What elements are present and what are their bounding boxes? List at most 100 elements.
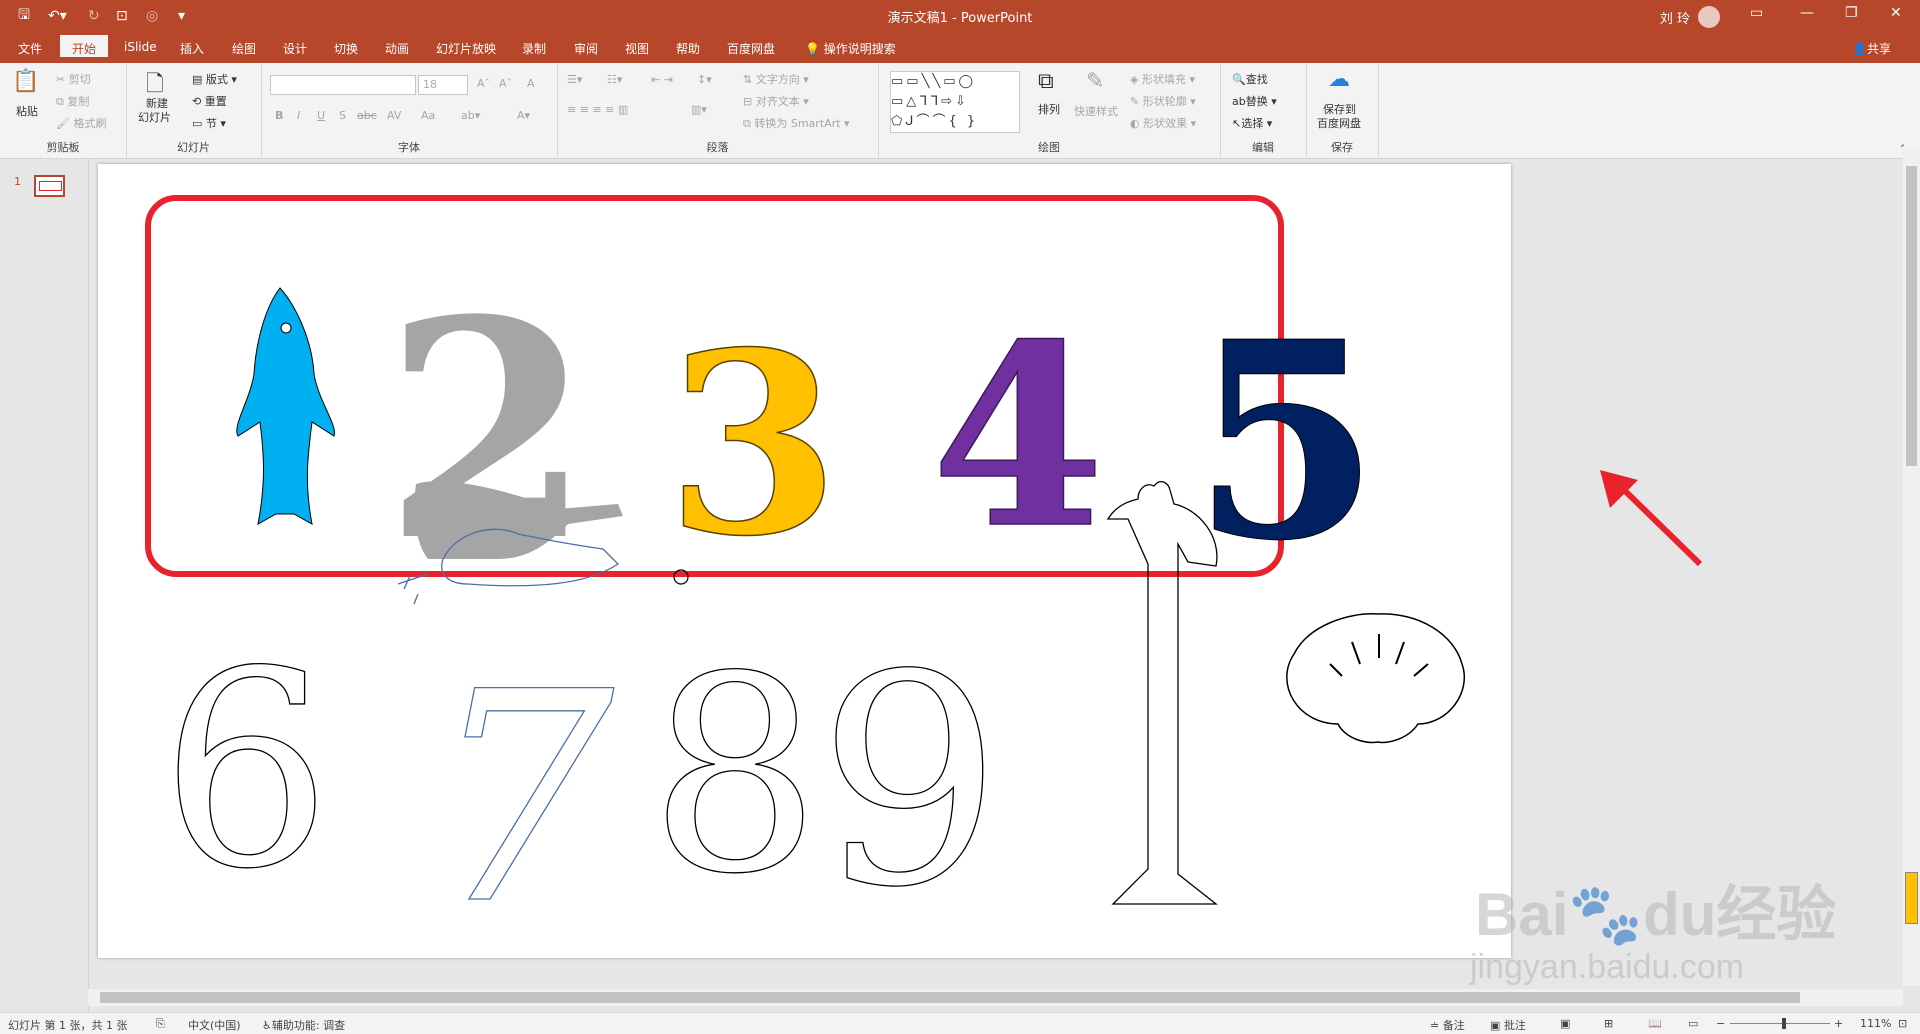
copy-button[interactable]: ⧉ 复制: [56, 93, 89, 109]
tab-animations[interactable]: 动画: [385, 40, 409, 57]
notes-button[interactable]: ≐ 备注: [1430, 1017, 1465, 1033]
new-slide-label-2[interactable]: 幻灯片: [138, 109, 171, 125]
clear-format-icon[interactable]: A: [527, 77, 535, 90]
columns-icon[interactable]: ▥▾: [691, 103, 707, 116]
accessibility-icon: ♿: [262, 1019, 272, 1032]
tab-view[interactable]: 视图: [625, 40, 649, 57]
font-size-combo[interactable]: 18: [418, 75, 468, 95]
smartart-button[interactable]: ⧉ 转换为 SmartArt ▾: [743, 115, 850, 131]
reset-button[interactable]: ⟲ 重置: [192, 93, 227, 109]
horizontal-scroll-thumb[interactable]: [100, 992, 1800, 1003]
watermark-url: jingyan.baidu.com: [1470, 948, 1745, 986]
cut-button[interactable]: ✂ 剪切: [56, 71, 91, 87]
replace-button[interactable]: ab替换 ▾: [1232, 93, 1277, 109]
tab-review[interactable]: 审阅: [574, 40, 598, 57]
arrange-icon[interactable]: ⧉: [1038, 69, 1054, 94]
shapes-gallery[interactable]: ▭▭╲╲▭◯ ▭△ᒣᒣ⇨⇩ ⬠ᒍ⌒⌒{ }: [890, 71, 1020, 133]
zoom-in-button[interactable]: +: [1834, 1017, 1843, 1030]
tab-islide[interactable]: iSlide: [124, 40, 157, 54]
tab-file[interactable]: 文件: [18, 40, 42, 57]
effects-icon: ◐: [1130, 117, 1140, 130]
smartart-icon: ⧉: [743, 117, 751, 130]
numbering-icon[interactable]: ☷▾: [607, 73, 622, 86]
shape-effects-button[interactable]: ◐ 形状效果 ▾: [1130, 115, 1196, 131]
text-direction-button[interactable]: ⇅ 文字方向 ▾: [743, 71, 809, 87]
minimize-button[interactable]: —: [1800, 5, 1814, 21]
paste-icon[interactable]: 📋: [12, 69, 39, 94]
red-arrow-annotation: [1600, 470, 1703, 567]
tab-help[interactable]: 帮助: [676, 40, 700, 57]
arrange-button[interactable]: 排列: [1038, 101, 1060, 117]
quick-styles-button[interactable]: 快速样式: [1074, 103, 1118, 119]
layout-button[interactable]: ▤ 版式 ▾: [192, 71, 237, 87]
reading-view-icon[interactable]: 📖: [1648, 1017, 1662, 1030]
slideshow-icon[interactable]: ▭: [1688, 1017, 1698, 1030]
comments-button[interactable]: ▣ 批注: [1490, 1017, 1526, 1033]
decrease-font-icon[interactable]: Aˇ: [499, 77, 512, 90]
shape-outline-button[interactable]: ✎ 形状轮廓 ▾: [1130, 93, 1196, 109]
tab-insert[interactable]: 插入: [180, 40, 204, 57]
normal-view-icon[interactable]: ▣: [1560, 1017, 1570, 1030]
align-icons[interactable]: ≡ ≡ ≡ ≡ ▥: [567, 103, 628, 116]
zoom-out-button[interactable]: −: [1716, 1017, 1725, 1030]
zoom-slider[interactable]: [1730, 1018, 1830, 1029]
zoom-level[interactable]: 111%: [1860, 1017, 1891, 1030]
find-button[interactable]: 🔍查找: [1232, 71, 1268, 87]
paste-button[interactable]: 粘贴: [16, 103, 38, 119]
spellcheck-icon[interactable]: ⎘: [156, 1017, 165, 1031]
increase-font-icon[interactable]: Aˆ: [477, 77, 490, 90]
slide-thumbnails-pane: 1: [0, 159, 89, 1011]
tab-baidu-netdisk[interactable]: 百度网盘: [727, 40, 775, 57]
vertical-scrollbar[interactable]: [1903, 146, 1920, 986]
fit-slide-icon[interactable]: ⊡: [1898, 1017, 1907, 1030]
slide-canvas[interactable]: 2 3 4 5 6 7 8 9: [98, 164, 1511, 958]
bullets-icon[interactable]: ☰▾: [567, 73, 582, 86]
editing-group-label: 编辑: [1252, 141, 1274, 154]
cloud-icon[interactable]: ☁: [1328, 67, 1350, 92]
tab-transitions[interactable]: 切换: [334, 40, 358, 57]
tell-me-search[interactable]: 💡 操作说明搜索: [805, 40, 896, 57]
slide-thumbnail[interactable]: [34, 175, 65, 197]
search-icon: 🔍: [1232, 73, 1246, 86]
maximize-button[interactable]: ❐: [1845, 5, 1858, 21]
zoom-slider-thumb[interactable]: [1782, 1018, 1786, 1029]
number-7-outline: 7: [430, 631, 616, 958]
share-button[interactable]: 👤共享: [1852, 40, 1891, 57]
tab-home[interactable]: 开始: [60, 35, 109, 57]
section-button[interactable]: ▭ 节 ▾: [192, 115, 226, 131]
editing-group: 🔍查找 ab替换 ▾ ↖选择 ▾ 编辑: [1220, 63, 1307, 158]
slide-sorter-icon[interactable]: ⊞: [1604, 1017, 1613, 1030]
char-spacing-button[interactable]: AV: [387, 109, 401, 122]
line-spacing-icon[interactable]: ↕▾: [697, 73, 712, 86]
bold-button[interactable]: B: [275, 109, 283, 122]
change-case-button[interactable]: Aa: [421, 109, 435, 122]
underline-button[interactable]: U: [317, 109, 325, 122]
italic-button[interactable]: I: [297, 109, 300, 122]
vertical-scroll-thumb[interactable]: [1906, 166, 1917, 466]
paw-icon: 🐾: [1568, 881, 1644, 948]
indent-icon[interactable]: ⇤ ⇥: [651, 73, 673, 86]
accessibility-status[interactable]: ♿辅助功能: 调查: [262, 1017, 345, 1033]
tab-draw[interactable]: 绘图: [232, 40, 256, 57]
font-name-combo[interactable]: [270, 75, 416, 95]
tab-design[interactable]: 设计: [283, 40, 307, 57]
save-to-label-2[interactable]: 百度网盘: [1317, 115, 1361, 131]
highlight-icon[interactable]: ab▾: [461, 109, 480, 122]
ribbon-display-icon[interactable]: ▭: [1750, 5, 1763, 21]
format-painter-button[interactable]: 🖌 格式刷: [56, 115, 106, 131]
horizontal-scrollbar[interactable]: [88, 989, 1903, 1006]
close-button[interactable]: ✕: [1890, 5, 1902, 21]
tab-record[interactable]: 录制: [522, 40, 546, 57]
tab-slideshow[interactable]: 幻灯片放映: [436, 40, 496, 57]
font-color-icon[interactable]: A▾: [517, 109, 530, 122]
shadow-button[interactable]: S: [339, 109, 346, 122]
select-button[interactable]: ↖选择 ▾: [1232, 115, 1272, 131]
quick-styles-icon[interactable]: ✎: [1086, 69, 1104, 94]
language-status[interactable]: 中文(中国): [188, 1017, 241, 1033]
shape-fill-button[interactable]: ◈ 形状填充 ▾: [1130, 71, 1195, 87]
align-text-button[interactable]: ⊟ 对齐文本 ▾: [743, 93, 809, 109]
save-group-label: 保存: [1331, 141, 1353, 154]
strikethrough-button[interactable]: abc: [357, 109, 377, 122]
user-account[interactable]: 刘 玲: [1660, 6, 1720, 28]
shell-outline: [1286, 613, 1465, 744]
